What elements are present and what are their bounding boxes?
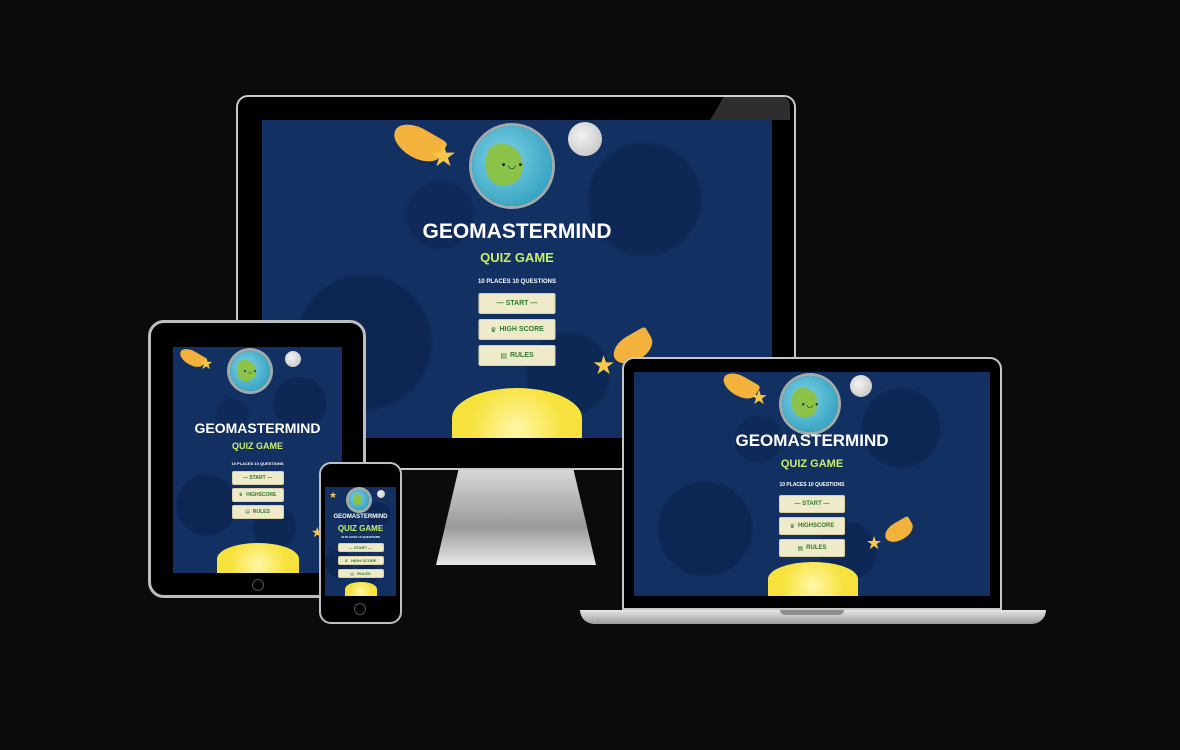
rules-button-label: RULES bbox=[357, 571, 371, 576]
laptop-screen: ★ • ◡ • GEOMASTERMIND QUIZ GAME 10 PLACE… bbox=[634, 372, 990, 596]
start-button[interactable]: — START — bbox=[337, 543, 384, 552]
game-subtitle: QUIZ GAME bbox=[480, 250, 554, 265]
moon-icon bbox=[377, 490, 385, 498]
star-icon: ★ bbox=[866, 533, 883, 553]
highscore-button[interactable]: ♛ HIGHSCORE bbox=[231, 488, 284, 502]
book-icon: ▤ bbox=[245, 509, 250, 515]
globe-icon: • ◡ • bbox=[782, 376, 838, 432]
home-button-icon bbox=[252, 579, 264, 591]
crown-icon: ♛ bbox=[344, 558, 349, 563]
highscore-button-label: HIGHSCORE bbox=[246, 492, 277, 498]
highscore-button-label: HIGHSCORE bbox=[798, 523, 835, 529]
highscore-button-label: HIGH SCORE bbox=[351, 558, 377, 563]
screen-glare bbox=[690, 96, 790, 120]
game-title: GEOMASTERMIND bbox=[735, 431, 889, 450]
highscore-button[interactable]: ♛ HIGH SCORE bbox=[337, 556, 384, 565]
moon-icon bbox=[850, 375, 872, 397]
sun-icon bbox=[345, 582, 377, 596]
phone-screen: ★ GEOMASTERMIND QUIZ GAME 10 PLACES 10 Q… bbox=[325, 487, 396, 596]
globe-icon bbox=[349, 490, 369, 510]
highscore-button[interactable]: ♛ HIGH SCORE bbox=[478, 319, 556, 340]
star-icon: ★ bbox=[592, 350, 616, 380]
start-button-label: — START — bbox=[348, 545, 373, 550]
crown-icon: ♛ bbox=[789, 523, 796, 530]
comet-icon bbox=[881, 515, 917, 547]
book-icon: ▤ bbox=[350, 571, 355, 576]
game-subtitle: QUIZ GAME bbox=[337, 524, 384, 533]
game-home-page: ★ GEOMASTERMIND QUIZ GAME 10 PLACES 10 Q… bbox=[325, 487, 396, 596]
rules-button[interactable]: ▤ RULES bbox=[337, 569, 384, 578]
globe-icon: • ◡ • bbox=[230, 351, 270, 391]
game-subtitle: QUIZ GAME bbox=[232, 441, 283, 451]
start-button[interactable]: — START — bbox=[478, 293, 556, 314]
game-tagline: 10 PLACES 10 QUESTIONS bbox=[340, 535, 380, 539]
start-button[interactable]: — START — bbox=[779, 495, 845, 513]
star-icon: ★ bbox=[329, 490, 338, 500]
laptop-notch bbox=[780, 610, 844, 615]
home-button-icon bbox=[354, 603, 366, 615]
star-icon: ★ bbox=[750, 387, 768, 409]
sun-icon bbox=[768, 562, 858, 596]
rules-button-label: RULES bbox=[252, 509, 270, 515]
sun-icon bbox=[217, 543, 299, 573]
rules-button[interactable]: ▤ RULES bbox=[478, 345, 556, 366]
game-tagline: 10 PLACES 10 QUESTIONS bbox=[477, 279, 557, 285]
game-home-page: ★ • ◡ • GEOMASTERMIND QUIZ GAME 10 PLACE… bbox=[173, 347, 342, 573]
rules-button-label: RULES bbox=[509, 352, 534, 359]
game-subtitle: QUIZ GAME bbox=[780, 458, 844, 470]
highscore-button[interactable]: ♛ HIGHSCORE bbox=[779, 517, 845, 535]
crown-icon: ♛ bbox=[238, 492, 244, 498]
moon-icon bbox=[285, 351, 301, 367]
tablet-screen: ★ • ◡ • GEOMASTERMIND QUIZ GAME 10 PLACE… bbox=[173, 347, 342, 573]
sun-icon bbox=[452, 388, 582, 438]
star-icon: ★ bbox=[430, 140, 457, 173]
globe-icon: • ◡ • bbox=[472, 126, 552, 206]
game-home-page: ★ • ◡ • GEOMASTERMIND QUIZ GAME 10 PLACE… bbox=[634, 372, 990, 596]
game-tagline: 10 PLACES 10 QUESTIONS bbox=[231, 461, 284, 466]
game-title: GEOMASTERMIND bbox=[194, 420, 321, 436]
start-button-label: — START — bbox=[242, 475, 273, 481]
game-tagline: 10 PLACES 10 QUESTIONS bbox=[779, 482, 845, 488]
rules-button-label: RULES bbox=[806, 545, 827, 551]
book-icon: ▤ bbox=[797, 545, 804, 552]
start-button-label: — START — bbox=[496, 300, 538, 307]
rules-button[interactable]: ▤ RULES bbox=[231, 505, 284, 519]
highscore-button-label: HIGH SCORE bbox=[499, 326, 544, 333]
responsive-mockup: ★ • ◡ • GEOMASTERMIND QUIZ GAME 10 PLACE… bbox=[0, 0, 1180, 750]
game-title: GEOMASTERMIND bbox=[422, 220, 612, 243]
book-icon: ▤ bbox=[500, 352, 507, 360]
moon-icon bbox=[568, 122, 602, 156]
start-button[interactable]: — START — bbox=[231, 471, 284, 485]
start-button-label: — START — bbox=[794, 501, 830, 507]
rules-button[interactable]: ▤ RULES bbox=[779, 539, 845, 557]
crown-icon: ♛ bbox=[490, 326, 497, 334]
star-icon: ★ bbox=[199, 356, 214, 373]
game-title: GEOMASTERMIND bbox=[333, 514, 388, 520]
monitor-stand bbox=[436, 470, 596, 565]
